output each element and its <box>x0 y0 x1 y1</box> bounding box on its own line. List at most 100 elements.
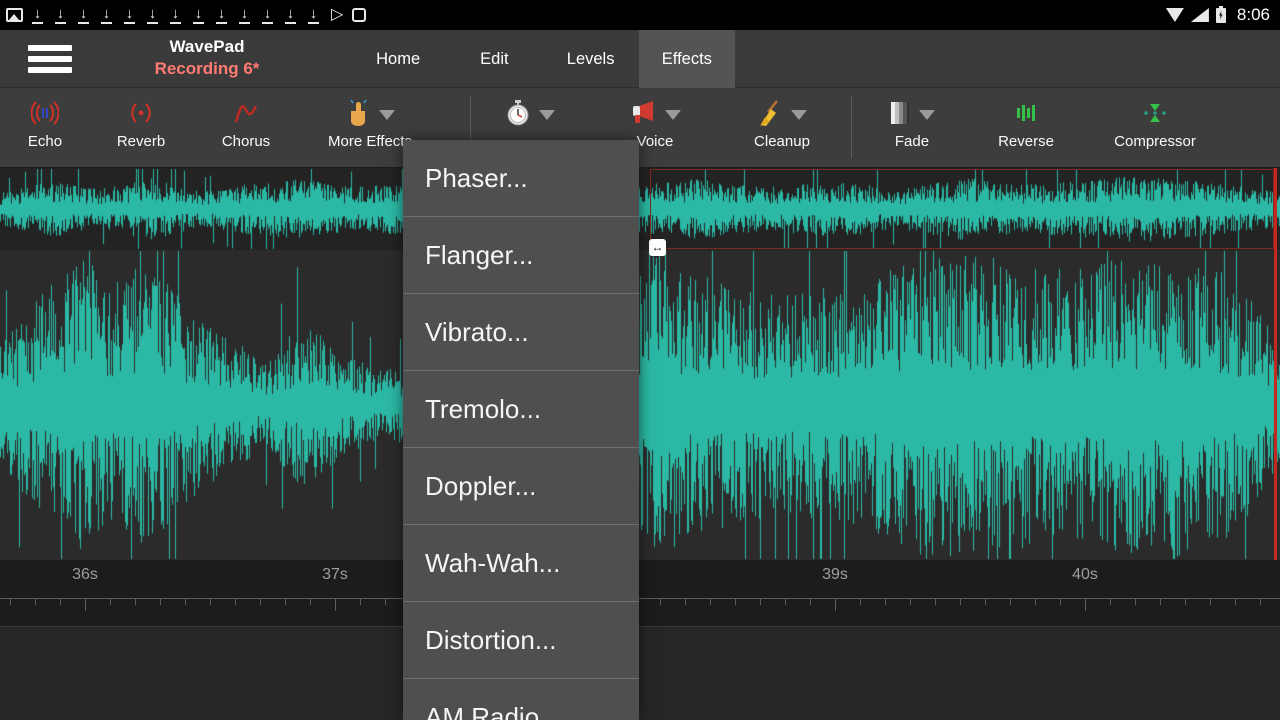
wifi-icon <box>1166 8 1184 22</box>
toolbar-separator <box>851 96 852 158</box>
hamburger-bar <box>28 45 72 51</box>
minor-tick <box>810 599 811 605</box>
major-tick <box>1085 599 1086 611</box>
battery-icon <box>1216 8 1226 23</box>
timeline-ruler[interactable]: 36s 37s 39s 40s <box>0 560 1280 627</box>
menu-item-am-radio[interactable]: AM Radio... <box>403 679 639 720</box>
minor-tick <box>885 599 886 605</box>
status-bar: 8:06 <box>0 0 1280 30</box>
menu-item-phaser[interactable]: Phaser... <box>403 140 639 217</box>
chevron-down-icon <box>539 110 555 120</box>
wavepad-app: 8:06 WavePad Recording 6* Home Edit Leve… <box>0 0 1280 720</box>
minor-tick <box>1135 599 1136 605</box>
toolbar-item-reverb[interactable]: Reverb <box>96 88 186 168</box>
chevron-down-icon <box>791 110 807 120</box>
minor-tick <box>1210 599 1211 605</box>
download-icon <box>308 7 319 24</box>
toolbar-label: Echo <box>0 133 90 150</box>
menu-item-vibrato[interactable]: Vibrato... <box>403 294 639 371</box>
toolbar-item-echo[interactable]: Echo <box>0 88 90 168</box>
download-icon <box>78 7 89 24</box>
minor-tick <box>210 599 211 605</box>
nav-tabs: Home Edit Levels Effects <box>350 30 735 88</box>
menu-item-doppler[interactable]: Doppler... <box>403 448 639 525</box>
minor-tick <box>1110 599 1111 605</box>
hamburger-menu-button[interactable] <box>28 45 74 73</box>
minor-tick <box>260 599 261 605</box>
toolbar-item-fade[interactable]: Fade <box>867 88 957 168</box>
toolbar-label: Cleanup <box>737 133 827 150</box>
toolbar-label: Compressor <box>1100 133 1210 150</box>
compressor-icon <box>1142 100 1168 131</box>
minor-tick <box>1060 599 1061 605</box>
minor-tick <box>385 599 386 605</box>
echo-icon <box>31 100 59 131</box>
timeline-label: 39s <box>805 566 865 584</box>
minor-tick <box>710 599 711 605</box>
screenshot-icon <box>352 8 366 22</box>
toolbar-item-compressor[interactable]: Compressor <box>1100 88 1210 168</box>
status-time: 8:06 <box>1237 5 1270 25</box>
title-block: WavePad Recording 6* <box>112 36 302 80</box>
menu-item-distortion[interactable]: Distortion... <box>403 602 639 679</box>
selection-resize-handle[interactable]: ↔ <box>649 239 666 256</box>
status-bar-system-icons: 8:06 <box>1166 5 1280 25</box>
download-icon <box>147 7 158 24</box>
timeline-label: 40s <box>1055 566 1115 584</box>
tab-levels[interactable]: Levels <box>543 30 639 88</box>
menu-item-wah-wah[interactable]: Wah-Wah... <box>403 525 639 602</box>
timeline-label: 37s <box>305 566 365 584</box>
download-icon <box>285 7 296 24</box>
document-title: Recording 6* <box>112 58 302 80</box>
minor-tick <box>1035 599 1036 605</box>
minor-tick <box>1160 599 1161 605</box>
toolbar-label: Fade <box>867 133 957 150</box>
download-icon <box>239 7 250 24</box>
hamburger-bar <box>28 67 72 73</box>
minor-tick <box>360 599 361 605</box>
toolbar-item-cleanup[interactable]: Cleanup <box>737 88 827 168</box>
chevron-down-icon <box>919 110 935 120</box>
download-icon <box>55 7 66 24</box>
minor-tick <box>310 599 311 605</box>
signal-icon <box>1191 8 1209 22</box>
minor-tick <box>860 599 861 605</box>
reverse-icon <box>1013 100 1039 131</box>
minor-tick <box>1260 599 1261 605</box>
hamburger-bar <box>28 56 72 62</box>
waveform-main[interactable] <box>0 250 1280 560</box>
app-header: WavePad Recording 6* Home Edit Levels Ef… <box>0 30 1280 88</box>
tab-effects[interactable]: Effects <box>639 30 735 88</box>
photo-icon <box>6 8 23 22</box>
minor-tick <box>10 599 11 605</box>
menu-item-tremolo[interactable]: Tremolo... <box>403 371 639 448</box>
timeline-label: 36s <box>55 566 115 584</box>
minor-tick <box>1010 599 1011 605</box>
tab-edit[interactable]: Edit <box>446 30 542 88</box>
reverb-icon <box>128 100 154 131</box>
toolbar-label: Reverb <box>96 133 186 150</box>
download-icon <box>216 7 227 24</box>
minor-tick <box>60 599 61 605</box>
minor-tick <box>760 599 761 605</box>
minor-tick <box>660 599 661 605</box>
toolbar-item-chorus[interactable]: Chorus <box>201 88 291 168</box>
download-icon <box>32 7 43 24</box>
minor-tick <box>735 599 736 605</box>
effects-toolbar: Echo Reverb Chorus More Effects <box>0 88 1280 168</box>
minor-tick <box>785 599 786 605</box>
minor-tick <box>960 599 961 605</box>
chorus-icon <box>233 100 259 131</box>
major-tick <box>335 599 336 611</box>
timeline-ticks <box>0 598 1280 614</box>
tab-home[interactable]: Home <box>350 30 446 88</box>
toolbar-item-reverse[interactable]: Reverse <box>981 88 1071 168</box>
download-icon <box>262 7 273 24</box>
download-icon <box>193 7 204 24</box>
cast-icon <box>331 6 343 24</box>
menu-item-flanger[interactable]: Flanger... <box>403 217 639 294</box>
download-icon <box>170 7 181 24</box>
transport-bar: 0: <box>0 627 1280 720</box>
minor-tick <box>135 599 136 605</box>
download-icon <box>101 7 112 24</box>
